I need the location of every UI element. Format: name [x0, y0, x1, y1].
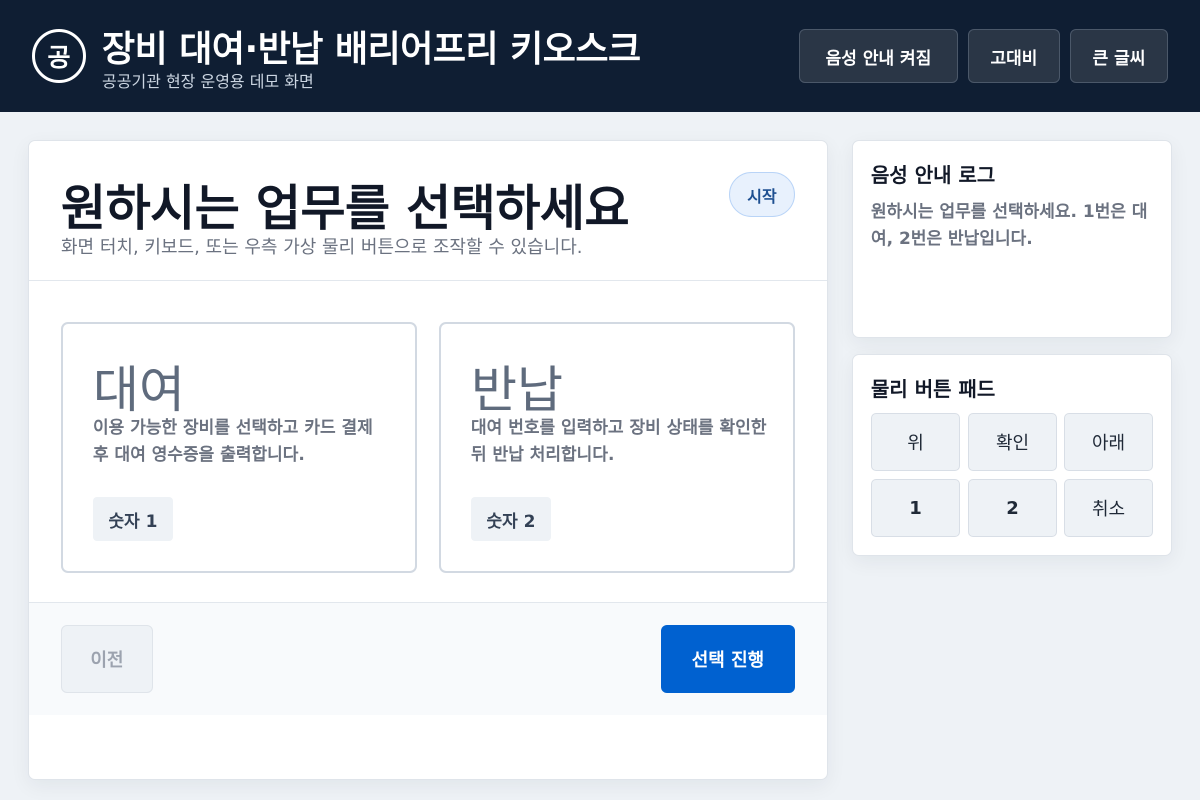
pad-number-1-button[interactable]: 1 [871, 479, 960, 537]
status-badge: 시작 [729, 172, 795, 217]
option-key-hint: 숫자 2 [471, 497, 551, 541]
pad-cancel-button[interactable]: 취소 [1064, 479, 1153, 537]
app-subtitle: 공공기관 현장 운영용 데모 화면 [102, 72, 314, 91]
large-text-button[interactable]: 큰 글씨 [1070, 29, 1168, 83]
divider [29, 280, 827, 281]
voice-log-title: 음성 안내 로그 [871, 163, 996, 187]
panel-footer: 이전 선택 진행 [29, 603, 827, 715]
app-logo: 공 [32, 29, 86, 83]
prev-button[interactable]: 이전 [61, 625, 153, 693]
option-description: 이용 가능한 장비를 선택하고 카드 결제 후 대여 영수증을 출력합니다. [93, 418, 373, 465]
voice-log-message: 원하시는 업무를 선택하세요. 1번은 대여, 2번은 반납입니다. [871, 202, 1148, 249]
pad-down-button[interactable]: 아래 [1064, 413, 1153, 471]
pad-number-2-button[interactable]: 2 [968, 479, 1057, 537]
option-key-hint: 숫자 1 [93, 497, 173, 541]
voice-log-panel: 음성 안내 로그 원하시는 업무를 선택하세요. 1번은 대여, 2번은 반납입… [852, 140, 1172, 338]
option-card-rental[interactable]: 대여 이용 가능한 장비를 선택하고 카드 결제 후 대여 영수증을 출력합니다… [61, 322, 417, 573]
option-description: 대여 번호를 입력하고 장비 상태를 확인한 뒤 반납 처리합니다. [471, 418, 767, 465]
app-title: 장비 대여·반납 배리어프리 키오스크 [102, 29, 641, 70]
proceed-button[interactable]: 선택 진행 [661, 625, 795, 693]
page-subtitle: 화면 터치, 키보드, 또는 우측 가상 물리 버튼으로 조작할 수 있습니다. [61, 237, 583, 258]
button-pad-title: 물리 버튼 패드 [871, 377, 996, 401]
pad-confirm-button[interactable]: 확인 [968, 413, 1057, 471]
page-title: 원하시는 업무를 선택하세요 [61, 180, 630, 237]
task-selection-panel: 원하시는 업무를 선택하세요 화면 터치, 키보드, 또는 우측 가상 물리 버… [28, 140, 828, 780]
button-pad-panel: 물리 버튼 패드 위 확인 아래 1 2 취소 [852, 354, 1172, 556]
high-contrast-button[interactable]: 고대비 [968, 29, 1060, 83]
option-title: 반납 [471, 361, 563, 419]
option-title: 대여 [93, 361, 185, 419]
app-header: 공 장비 대여·반납 배리어프리 키오스크 공공기관 현장 운영용 데모 화면 … [0, 0, 1200, 112]
voice-guide-toggle-button[interactable]: 음성 안내 켜짐 [799, 29, 958, 83]
pad-up-button[interactable]: 위 [871, 413, 960, 471]
option-card-return[interactable]: 반납 대여 번호를 입력하고 장비 상태를 확인한 뒤 반납 처리합니다. 숫자… [439, 322, 795, 573]
